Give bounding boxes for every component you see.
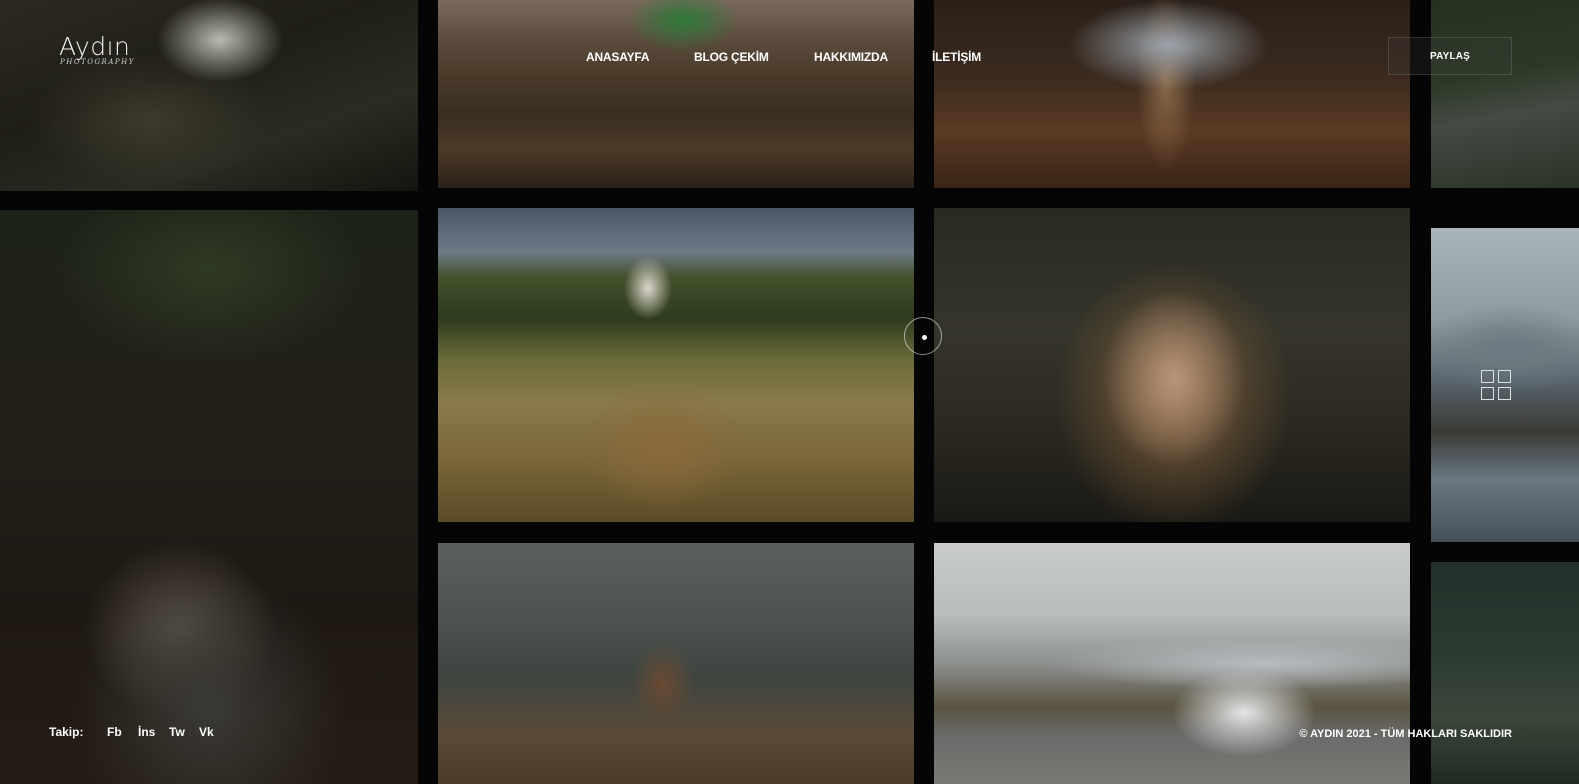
social-link-instagram[interactable]: İns [138,725,155,739]
gallery-photo-falling-woman[interactable] [0,0,418,191]
gallery-photo-road-right[interactable] [1431,0,1579,188]
gallery-photo-portrait[interactable] [934,208,1410,522]
follow-label: Takip: [49,725,84,739]
brand-name: Aydın [59,32,131,61]
gallery-photo-forest-right[interactable] [1431,562,1579,784]
social-link-facebook[interactable]: Fb [107,725,122,739]
gallery-photo-raccoon[interactable] [0,210,418,784]
nav-item-anasayfa[interactable]: ANASAYFA [586,50,650,64]
nav-item-hakkimizda[interactable]: HAKKIMIZDA [814,50,888,64]
photo-image [438,0,914,188]
brand-logo[interactable]: Aydın PHOTOGRAPHY [59,34,135,66]
gallery-photo-coat-studio[interactable] [934,0,1410,188]
photo-image [934,0,1410,188]
cursor-dot-icon [922,335,927,340]
brand-tagline: PHOTOGRAPHY [60,58,135,66]
photo-image [934,543,1410,784]
nav-item-iletisim[interactable]: İLETİŞİM [932,50,981,64]
grid-cell [1481,370,1494,383]
photo-image [0,210,418,784]
gallery-photo-white-suv[interactable] [934,543,1410,784]
grid-cell [1481,387,1494,400]
gallery-photo-hay-bale[interactable] [438,208,914,522]
photo-image [438,208,914,522]
grid-icon[interactable] [1481,370,1513,402]
photo-image [1431,562,1579,784]
photo-image [1431,0,1579,188]
social-link-twitter[interactable]: Tw [169,725,185,739]
gallery-photo-green-car[interactable] [438,0,914,188]
nav-item-blog-cekim[interactable]: BLOG ÇEKİM [694,50,769,64]
photo-image [934,208,1410,522]
social-link-vk[interactable]: Vk [199,725,214,739]
gallery-photo-deer[interactable] [438,543,914,784]
share-button[interactable]: PAYLAŞ [1388,37,1512,75]
photo-image [438,543,914,784]
grid-cell [1498,387,1511,400]
cursor-ring-icon [904,317,942,355]
grid-cell [1498,370,1511,383]
copyright-text: © AYDIN 2021 - TÜM HAKLARI SAKLIDIR [1299,728,1512,740]
photo-image [0,0,418,191]
